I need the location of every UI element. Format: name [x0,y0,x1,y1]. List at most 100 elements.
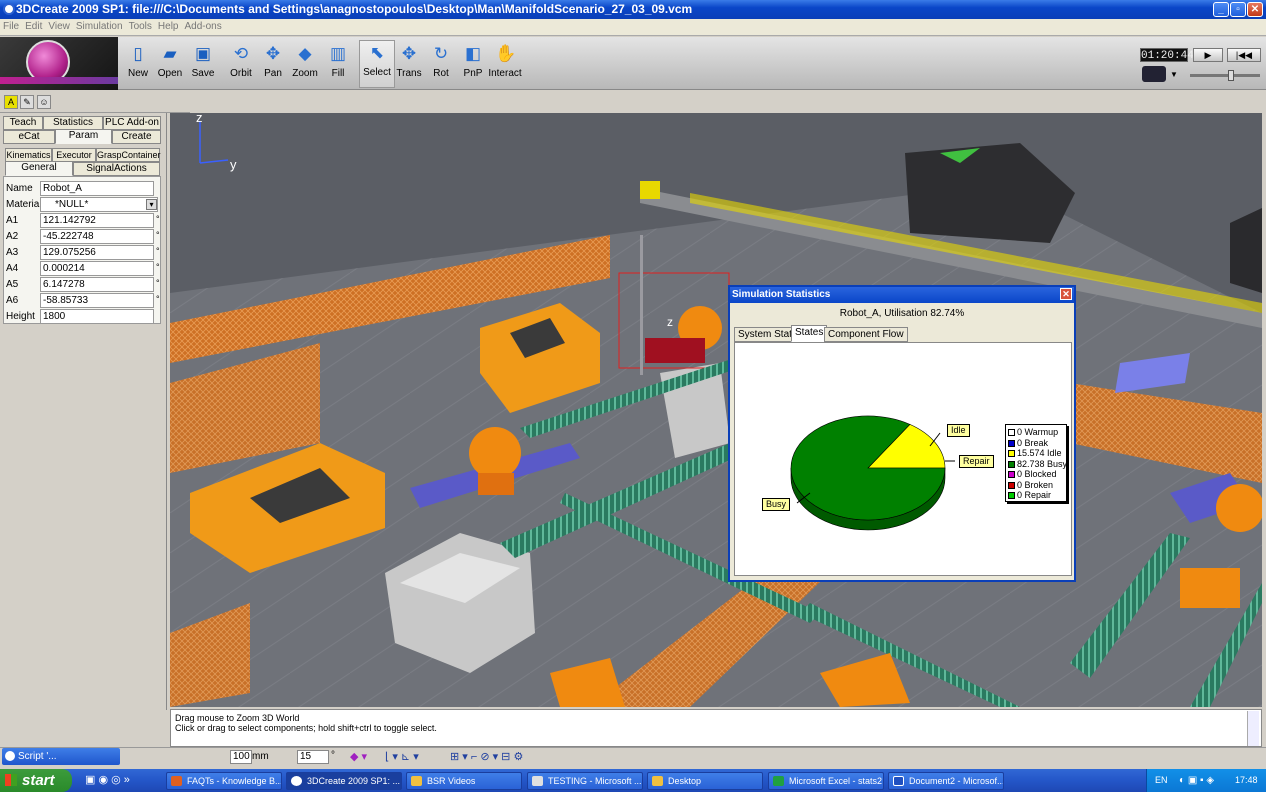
speed-slider-thumb[interactable] [1228,70,1234,81]
start-button[interactable]: start [0,769,72,792]
camera-icon[interactable] [1142,66,1166,82]
speed-dropdown-icon[interactable]: ▼ [1170,70,1184,80]
tab-executor[interactable]: Executor [52,148,96,162]
a5-field[interactable]: 6.147278 [40,277,154,292]
status-scrollbar[interactable] [1247,711,1259,746]
a1-field[interactable]: 121.142792 [40,213,154,228]
prop-label: Name [6,183,33,194]
tab-graspcontainer[interactable]: GraspContainer [96,148,161,162]
quicklaunch-icons[interactable]: ▣ ◉ ◎ » [85,773,130,786]
maximize-button[interactable]: ▫ [1230,2,1246,17]
legend-item: 82.738 Busy [1008,459,1067,470]
taskbar-label: TESTING - Microsoft ... [548,776,642,786]
zoom-button[interactable]: ◆ Zoom [287,42,323,79]
tab-kinematics[interactable]: Kinematics [5,148,52,162]
people-icon[interactable]: ☺ [37,95,51,109]
dialog-title-bar[interactable]: Simulation Statistics ✕ [730,287,1074,303]
menu-tools[interactable]: Tools [126,19,155,34]
tray-icons[interactable]: ◐ ▣ ▪ ◈ [1179,769,1214,792]
save-disk-icon: ▣ [194,44,212,63]
fill-button[interactable]: ▥ Fill [320,42,356,79]
clock: 17:48 [1235,775,1258,785]
menu-view[interactable]: View [45,19,73,34]
tab-create[interactable]: Create [112,130,161,144]
3d-viewport[interactable]: z y z [170,113,1262,707]
speed-slider[interactable] [1190,74,1260,77]
chevron-down-icon[interactable]: ▾ [146,199,157,210]
open-button[interactable]: ▰ Open [152,42,188,79]
taskbar-item-desktop[interactable]: Desktop [647,772,763,790]
material-select[interactable]: *NULL* [40,197,158,212]
taskbar-item-word[interactable]: Document2 - Microsof... [888,772,1004,790]
tab-param[interactable]: Param [55,129,112,144]
a4-field[interactable]: 0.000214 [40,261,154,276]
close-icon[interactable]: ✕ [1060,288,1072,300]
new-button[interactable]: ▯ New [120,42,156,79]
script-panel-tab[interactable]: Script '... [2,748,120,765]
legend-label: 15.574 Idle [1017,448,1062,458]
app-logo[interactable] [0,37,118,90]
gantry-carriage [640,181,660,199]
frame-icon[interactable]: ⌊ ▾ ⊾ ▾ [385,750,419,763]
legend-swatch [1008,429,1015,437]
grid-size-field[interactable]: 100 [230,750,252,764]
annotate-icon[interactable]: A [4,95,18,109]
pnp-button[interactable]: ◧ PnP [455,42,491,79]
open-folder-icon: ▰ [163,44,177,63]
language-indicator[interactable]: EN [1155,769,1168,792]
degree-unit: ° [156,294,160,304]
taskbar-label: Microsoft Excel - stats2 [789,776,883,786]
tab-ecat[interactable]: eCat [3,130,55,144]
name-field[interactable]: Robot_A [40,181,154,196]
bottom-toolbar [0,747,1266,767]
pencil-icon[interactable]: ✎ [20,95,34,109]
snap-icon[interactable]: ◆ ▾ [350,750,367,763]
menu-help[interactable]: Help [155,19,182,34]
a3-field[interactable]: 129.075256 [40,245,154,260]
legend-item: 0 Warmup [1008,427,1064,438]
tab-states[interactable]: States [791,325,828,342]
interact-button[interactable]: ✋ Interact [487,42,523,79]
reset-button[interactable]: |◀◀ [1227,48,1261,62]
degree-unit: ° [156,246,160,256]
tab-statistics[interactable]: Statistics [43,116,103,130]
3dcreate-icon [291,776,302,786]
save-button[interactable]: ▣ Save [185,42,221,79]
taskbar-item-3dcreate[interactable]: 3DCreate 2009 SP1: ... [286,772,402,790]
menu-simulation[interactable]: Simulation [73,19,126,34]
tab-component-flow[interactable]: Component Flow [824,327,908,342]
rot-button[interactable]: ↻ Rot [423,42,459,79]
taskbar-item-excel[interactable]: Microsoft Excel - stats2 [768,772,884,790]
height-field[interactable]: 1800 [40,309,154,324]
taskbar-item-testing[interactable]: TESTING - Microsoft ... [527,772,643,790]
minimize-button[interactable]: _ [1213,2,1229,17]
firefox-icon [171,776,182,786]
taskbar-item-bsr-videos[interactable]: BSR Videos [406,772,522,790]
taskbar-item-faqts[interactable]: FAQTs - Knowledge B... [166,772,282,790]
tab-teach[interactable]: Teach [3,116,43,130]
tab-general[interactable]: General [5,161,73,176]
prop-label: A6 [6,295,19,306]
select-button[interactable]: ⬉ Select [359,40,395,88]
trans-label: Trans [396,68,422,79]
a6-field[interactable]: -58.85733 [40,293,154,308]
menu-addons[interactable]: Add-ons [182,19,225,34]
tab-plc-addon[interactable]: PLC Add-on [103,116,161,130]
fill-label: Fill [331,68,345,79]
window-title-bar[interactable]: 3DCreate 2009 SP1: file:///C:\Documents … [0,0,1266,19]
script-tab-label: Script '... [18,751,57,762]
play-button[interactable]: ▶ [1193,48,1223,62]
measure-icon[interactable]: ⊞ ▾ ⌐ ⊘ ▾ ⊟ ⚙ [450,750,523,763]
prop-label: A5 [6,279,19,290]
a2-field[interactable]: -45.222748 [40,229,154,244]
pan-button[interactable]: ✥ Pan [255,42,291,79]
menu-edit[interactable]: Edit [22,19,45,34]
simulation-statistics-dialog[interactable]: Simulation Statistics ✕ Robot_A, Utilisat… [728,285,1076,582]
menu-file[interactable]: File [0,19,22,34]
orbit-button[interactable]: ⟲ Orbit [223,42,259,79]
tab-signalactions[interactable]: SignalActions [73,162,160,176]
taskbar-label: 3DCreate 2009 SP1: ... [307,776,401,786]
snap-angle-field[interactable]: 15 [297,750,329,764]
close-button[interactable]: ✕ [1247,2,1263,17]
trans-button[interactable]: ✥ Trans [391,42,427,79]
